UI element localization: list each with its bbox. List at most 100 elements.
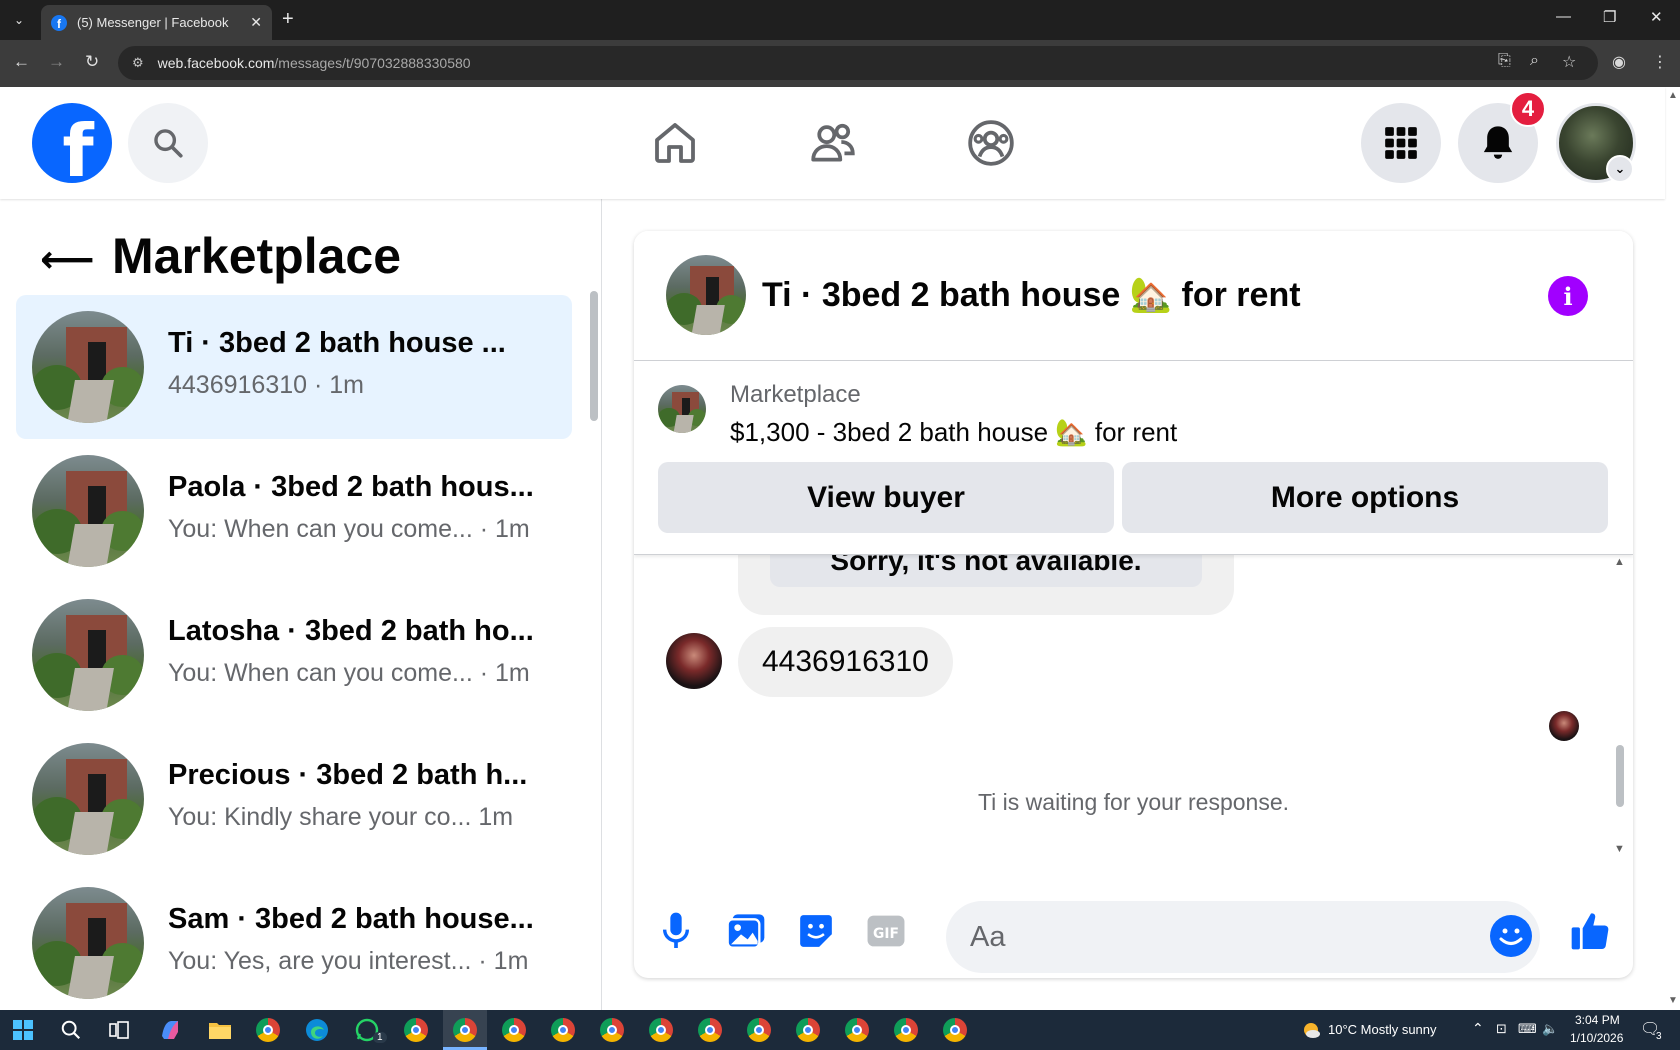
info-icon[interactable]: i <box>1548 276 1588 316</box>
restore-icon[interactable]: ❐ <box>1603 8 1616 26</box>
tab-search-chevron-icon[interactable]: ⌄ <box>6 8 32 32</box>
conversation-preview: You: When can you come... · 1m <box>168 515 530 543</box>
list-scrollbar[interactable] <box>590 291 598 421</box>
volume-icon[interactable]: 🔈 <box>1542 1021 1558 1037</box>
tray-app-icon[interactable]: ⊡ <box>1496 1021 1507 1037</box>
gif-icon: GIF <box>867 915 905 947</box>
groups-nav-button[interactable] <box>963 115 1019 171</box>
gif-button[interactable]: GIF <box>862 907 910 955</box>
thread-scroll-down-icon[interactable]: ▼ <box>1614 843 1625 855</box>
window-close-icon[interactable]: ✕ <box>1650 8 1663 26</box>
list-item[interactable]: Paola · 3bed 2 bath hous... You: When ca… <box>16 439 572 583</box>
clock-time[interactable]: 3:04 PM <box>1575 1013 1620 1027</box>
message-input-container[interactable] <box>946 901 1540 973</box>
browser-menu-icon[interactable]: ⋮ <box>1652 52 1668 72</box>
conversation-name: Sam · 3bed 2 bath house... <box>168 903 534 935</box>
list-item[interactable]: Latosha · 3bed 2 bath ho... You: When ca… <box>16 583 572 727</box>
account-chevron-down-icon[interactable]: ⌄ <box>1606 155 1634 183</box>
friends-nav-button[interactable] <box>805 115 861 171</box>
address-bar[interactable]: ⚙ web.facebook.com/messages/t/9070328883… <box>118 46 1598 80</box>
conversation-name: Precious · 3bed 2 bath h... <box>168 759 528 791</box>
sticker-icon <box>800 915 832 947</box>
voice-clip-button[interactable] <box>652 907 700 955</box>
tray-chevron-up-icon[interactable]: ⌃ <box>1472 1020 1484 1037</box>
sticker-button[interactable] <box>792 907 840 955</box>
reload-icon[interactable]: ↻ <box>85 52 99 72</box>
chrome-taskbar-icon[interactable] <box>254 1016 282 1044</box>
groups-icon <box>968 120 1014 166</box>
search-button[interactable] <box>128 103 208 183</box>
back-arrow-icon[interactable]: ← <box>13 52 30 72</box>
thread-scrollbar[interactable] <box>1616 745 1624 807</box>
zoom-icon[interactable]: ⌕ <box>1530 52 1539 70</box>
weather-sun-icon[interactable] <box>1297 1016 1325 1044</box>
new-tab-icon[interactable]: + <box>282 8 294 31</box>
tab-close-icon[interactable]: ✕ <box>250 14 262 31</box>
list-item[interactable]: Precious · 3bed 2 bath h... You: Kindly … <box>16 727 572 871</box>
view-buyer-button[interactable]: View buyer <box>658 462 1114 533</box>
chat-title[interactable]: Ti · 3bed 2 bath house 🏡 for rent <box>762 275 1301 315</box>
bell-icon <box>1483 126 1513 159</box>
bookmark-star-icon[interactable]: ☆ <box>1562 52 1576 72</box>
chrome-taskbar-icon[interactable] <box>696 1016 724 1044</box>
chrome-taskbar-icon[interactable] <box>647 1016 675 1044</box>
smiley-icon <box>1499 928 1523 945</box>
chrome-taskbar-icon[interactable] <box>549 1016 577 1044</box>
message-input[interactable] <box>970 919 1450 955</box>
chat-listing-thumbnail[interactable] <box>666 255 746 335</box>
chrome-taskbar-icon[interactable] <box>500 1016 528 1044</box>
listing-title[interactable]: $1,300 - 3bed 2 bath house 🏡 for rent <box>730 417 1177 448</box>
chrome-taskbar-icon[interactable] <box>794 1016 822 1044</box>
clock-date[interactable]: 1/10/2026 <box>1570 1031 1623 1045</box>
emoji-button[interactable] <box>1490 915 1532 957</box>
chrome-taskbar-icon[interactable] <box>451 1016 479 1044</box>
message-composer: GIF <box>634 885 1633 978</box>
site-info-icon[interactable]: ⚙ <box>132 55 144 71</box>
menu-grid-button[interactable] <box>1361 103 1441 183</box>
network-icon[interactable]: ⌨ <box>1518 1021 1537 1037</box>
browser-tab-messenger[interactable]: f (5) Messenger | Facebook ✕ <box>41 5 272 40</box>
install-app-icon[interactable]: ⎘ <box>1498 52 1511 70</box>
chrome-taskbar-icon[interactable] <box>745 1016 773 1044</box>
chrome-taskbar-icon[interactable] <box>941 1016 969 1044</box>
edge-icon[interactable] <box>303 1016 331 1044</box>
listing-thumbnail[interactable] <box>658 385 706 433</box>
like-button[interactable] <box>1566 907 1614 955</box>
search-icon[interactable] <box>57 1016 85 1044</box>
copilot-icon[interactable] <box>156 1016 184 1044</box>
list-item[interactable]: Sam · 3bed 2 bath house... You: Yes, are… <box>16 871 572 1010</box>
conversation-name: Ti · 3bed 2 bath house ... <box>168 327 506 359</box>
conversation-preview: 4436916310 · 1m <box>168 371 364 399</box>
whatsapp-badge: 1 <box>373 1032 387 1043</box>
file-explorer-icon[interactable] <box>206 1016 234 1044</box>
message-bubble[interactable]: 4436916310 <box>738 627 953 697</box>
url-text: web.facebook.com/messages/t/907032888330… <box>157 55 471 71</box>
task-view-icon[interactable] <box>105 1016 133 1044</box>
chrome-taskbar-icon[interactable] <box>402 1016 430 1044</box>
back-arrow-icon[interactable]: ⟵ <box>40 237 94 282</box>
friends-icon <box>811 123 855 162</box>
windows-start-icon[interactable] <box>9 1016 37 1044</box>
profile-icon[interactable]: ◉ <box>1612 52 1626 72</box>
chrome-taskbar-icon[interactable] <box>892 1016 920 1044</box>
attach-photo-button[interactable] <box>722 907 770 955</box>
facebook-logo-icon[interactable]: f <box>32 103 112 183</box>
minimize-icon[interactable]: — <box>1556 8 1571 25</box>
listing-thumbnail <box>32 887 144 999</box>
svg-text:GIF: GIF <box>873 926 899 942</box>
sender-avatar[interactable] <box>666 633 722 689</box>
thread-scroll-up-icon[interactable]: ▲ <box>1614 556 1625 568</box>
home-nav-button[interactable] <box>647 115 703 171</box>
chat-header: Ti · 3bed 2 bath house 🏡 for rent i <box>634 231 1633 361</box>
weather-text[interactable]: 10°C Mostly sunny <box>1328 1022 1437 1037</box>
message-thread: Sorry, it's not available. 4436916310 Ti… <box>634 515 1633 885</box>
more-options-button[interactable]: More options <box>1122 462 1608 533</box>
marketplace-label: Marketplace <box>730 381 861 408</box>
chrome-taskbar-icon[interactable] <box>598 1016 626 1044</box>
forward-arrow-icon[interactable]: → <box>48 52 65 72</box>
chrome-taskbar-icon[interactable] <box>843 1016 871 1044</box>
page-scroll-down-icon[interactable]: ▼ <box>1668 995 1678 1006</box>
list-item[interactable]: Ti · 3bed 2 bath house ... 4436916310 · … <box>16 295 572 439</box>
home-icon <box>655 123 695 163</box>
page-scroll-up-icon[interactable]: ▲ <box>1668 90 1678 101</box>
